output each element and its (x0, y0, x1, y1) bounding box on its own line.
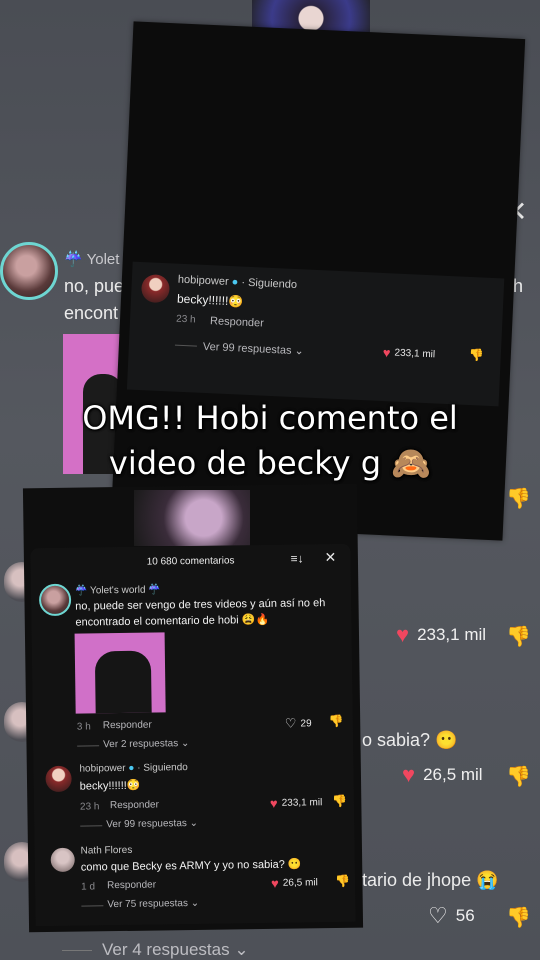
comment-text-tail: tario de jhope 😭 (362, 870, 499, 890)
close-icon[interactable]: ✕ (324, 549, 336, 566)
comment-text: no, puede ser vengo de tres videos y aún… (75, 597, 326, 613)
comment-text: como que Becky es ARMY y yo no sabia? 😶 (80, 858, 302, 874)
comment-text: encontrado el comentario de hobi 😩🔥 (75, 613, 270, 629)
like-button[interactable]: ♥ 26,5 mil (402, 764, 483, 786)
heart-outline-icon: ♡ (428, 903, 448, 928)
view-replies-link[interactable]: Ver 99 respuestas ⌄ (106, 818, 198, 830)
avatar[interactable] (140, 274, 171, 304)
like-button[interactable]: ♡ 56 (428, 905, 475, 927)
emoji: 😳 (228, 293, 244, 309)
following-label: · Siguiendo (137, 762, 188, 774)
comment-time: 3 h (76, 721, 91, 733)
dislike-icon[interactable]: 👎 (506, 764, 531, 789)
video-thumbnail (134, 490, 250, 546)
dislike-icon[interactable]: 👎 (506, 905, 531, 930)
chevron-down-icon: ⌄ (294, 345, 305, 358)
comment-username[interactable]: ☔ Yolet's world ☔ (75, 584, 161, 596)
heart-outline-icon: ♡ (284, 715, 297, 731)
view-replies-link[interactable]: Ver 99 respuestas ⌄ (203, 340, 304, 358)
heart-icon: ♥ (269, 795, 278, 811)
comment-text: becky!!!!!!😳 (79, 779, 141, 793)
verified-icon: ● (128, 762, 135, 774)
comment-row: hobipower ● · Siguiendo becky!!!!!!😳 23 … (126, 261, 505, 407)
chevron-down-icon: ⌄ (189, 817, 199, 830)
avatar[interactable] (38, 583, 72, 617)
following-label: · Siguiendo (241, 276, 298, 292)
view-replies-link[interactable]: Ver 2 respuestas ⌄ (103, 738, 189, 750)
comment-username[interactable]: hobipower ● · Siguiendo (178, 274, 298, 291)
comment-username[interactable]: hobipower ● · Siguiendo (79, 762, 188, 775)
like-button[interactable]: ♥ 233,1 mil (270, 795, 323, 811)
comment-time: 23 h (175, 313, 196, 326)
dislike-icon[interactable]: 👎 (335, 874, 350, 888)
dislike-icon[interactable]: 👎 (332, 794, 347, 808)
avatar[interactable] (0, 242, 58, 300)
caption-line: video de becky g 🙈 (108, 444, 432, 482)
reply-button[interactable]: Responder (107, 880, 156, 892)
emoji: 😶 (435, 730, 458, 750)
avatar[interactable] (50, 847, 75, 872)
verified-icon: ● (231, 276, 239, 289)
comment-text: encont (64, 303, 119, 323)
comment-username[interactable]: Nath Flores (81, 845, 133, 857)
dislike-icon[interactable]: 👎 (468, 348, 484, 363)
emoji: 😭 (476, 870, 499, 890)
comment-text-tail: o sabia? 😶 (362, 730, 458, 750)
comment-image[interactable] (74, 632, 166, 714)
like-button[interactable]: ♥ 233,1 mil (396, 624, 486, 646)
sort-icon[interactable]: ≡↓ (290, 551, 303, 565)
view-replies-link[interactable]: Ver 4 respuestas ⌄ (62, 940, 249, 960)
reply-button[interactable]: Responder (110, 799, 159, 811)
comment-username[interactable]: ☔ Yolet (64, 250, 119, 268)
avatar[interactable] (45, 765, 72, 793)
screenshot-panel-bottom: 10 680 comentarios ≡↓ ✕ ☔ Yolet's world … (30, 543, 356, 927)
dislike-icon[interactable]: 👎 (506, 624, 531, 649)
chevron-down-icon: ⌄ (180, 738, 190, 750)
heart-icon: ♥ (396, 622, 410, 647)
view-replies-link[interactable]: Ver 75 respuestas ⌄ (107, 898, 199, 910)
reply-button[interactable]: Responder (210, 315, 264, 329)
comment-text: no, pue (64, 276, 125, 296)
like-button[interactable]: ♥ 233,1 mil (382, 345, 435, 362)
reply-button[interactable]: Responder (103, 720, 152, 732)
comment-time: 23 h (79, 801, 100, 813)
video-caption: OMG!! Hobi comento el video de becky g 🙈 (60, 396, 480, 486)
caption-line: OMG!! Hobi comento el (82, 399, 458, 437)
like-button[interactable]: ♡ 29 (285, 715, 312, 731)
comment-time: 1 d (81, 881, 96, 893)
heart-icon: ♥ (270, 875, 279, 891)
chevron-down-icon: ⌄ (234, 940, 249, 959)
dislike-icon[interactable]: 👎 (329, 714, 344, 728)
chevron-down-icon: ⌄ (190, 897, 200, 910)
heart-icon: ♥ (382, 345, 391, 361)
umbrella-icon: ☔ (64, 251, 83, 268)
comment-text: becky!!!!!!😳 (176, 291, 244, 309)
dislike-icon[interactable]: 👎 (506, 486, 531, 511)
heart-icon: ♥ (402, 762, 416, 787)
like-button[interactable]: ♥ 26,5 mil (271, 875, 318, 891)
